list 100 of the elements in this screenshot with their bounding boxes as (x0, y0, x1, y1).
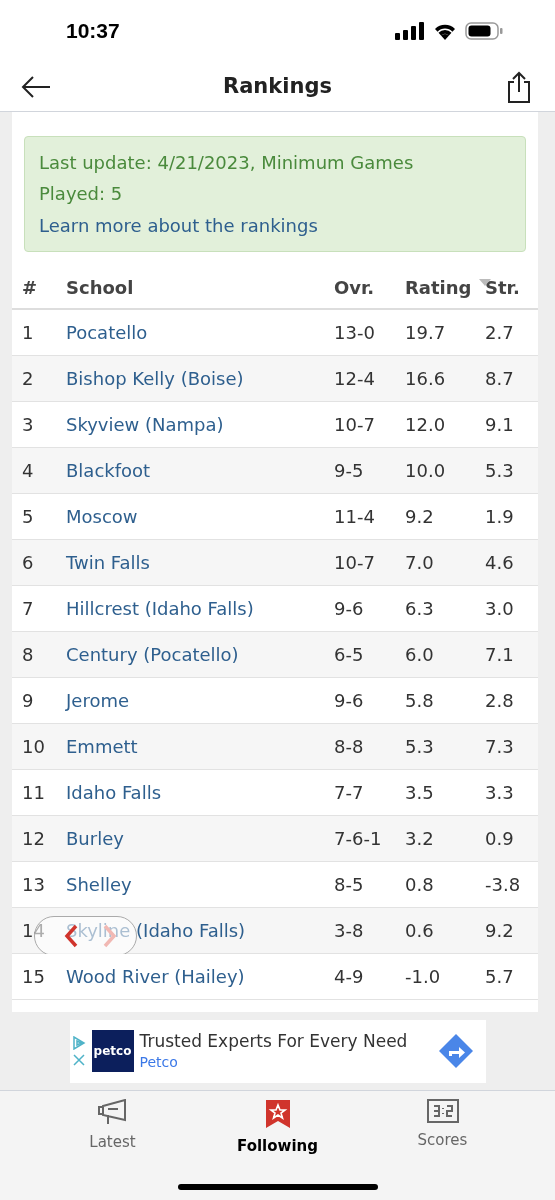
status-time: 10:37 (66, 18, 120, 45)
rating-cell-text: 5.8 (405, 689, 435, 713)
advertiser-logo: petco (91, 1030, 134, 1072)
strength-cell-text: -3.8 (485, 873, 522, 897)
strength-header[interactable]: Str. (485, 273, 536, 301)
back-arrow-icon (21, 75, 51, 98)
wifi-icon (433, 22, 457, 40)
record-cell-text: 11-4 (334, 505, 376, 529)
rank-cell: 2 (22, 368, 34, 389)
rating-cell-text: 6.3 (405, 597, 435, 621)
record-cell-text: 8-8 (334, 735, 365, 759)
school-link[interactable]: Idaho Falls (66, 779, 334, 806)
tab-button[interactable]: Latest (52, 1099, 173, 1158)
rating-cell-text: -1.0 (405, 965, 442, 989)
rank-cell: 11 (22, 782, 45, 803)
strength-cell-text: 9.1 (485, 413, 515, 437)
rating-header[interactable]: Rating (405, 273, 485, 301)
record-cell-text: 10-7 (334, 413, 376, 437)
tab-button[interactable]: Following (217, 1099, 338, 1158)
strength-cell-text: 4.6 (485, 551, 515, 575)
record-cell-text: 12-4 (334, 367, 376, 391)
rating-cell-text: 9.2 (405, 505, 435, 529)
rank-cell: 7 (22, 598, 34, 619)
strength-cell-text: 3.3 (485, 781, 515, 805)
strength-cell-text: 8.7 (485, 367, 515, 391)
directions-icon[interactable] (437, 1033, 474, 1069)
learn-more-link[interactable]: Learn more about the rankings (39, 211, 511, 241)
strength-cell-text: 1.9 (485, 505, 515, 529)
ad-banner[interactable]: petco Trusted Experts For Every Need Petco (69, 1019, 486, 1083)
rank-cell: 13 (22, 874, 45, 895)
ad-advertiser: Petco (139, 1053, 179, 1072)
rating-cell-text: 3.5 (405, 781, 435, 805)
rating-cell-text: 0.8 (405, 873, 435, 897)
bookmark-star-icon (264, 1099, 291, 1129)
rank-cell: 10 (22, 736, 45, 757)
school-link[interactable]: Hillcrest (Idaho Falls) (66, 595, 334, 622)
record-cell-text: 10-7 (334, 551, 376, 575)
record-cell-text: 8-5 (334, 873, 365, 897)
strength-cell-text: 9.2 (485, 919, 515, 943)
rating-cell-text: 12.0 (405, 413, 447, 437)
strength-cell-text: 2.8 (485, 689, 515, 713)
record-cell-text: 3-8 (334, 919, 365, 943)
rating-cell-text: 6.0 (405, 643, 435, 667)
rank-cell: 8 (22, 644, 34, 665)
rating-cell-text: 19.7 (405, 321, 447, 345)
rating-cell-text: 7.0 (405, 551, 435, 575)
notice-text: Last update: 4/21/2023, Minimum Games Played: 5 (39, 151, 415, 206)
tab-button[interactable]: Scores (382, 1099, 503, 1158)
rating-cell-text: 0.6 (405, 919, 435, 943)
school-link[interactable]: Burley (66, 825, 334, 852)
page-title: Rankings (223, 72, 332, 100)
record-cell-text: 6-5 (334, 643, 365, 667)
rank-cell: 6 (22, 552, 34, 573)
school-link[interactable]: Shelley (66, 871, 334, 898)
school-link[interactable]: Skyview (Nampa) (66, 411, 334, 438)
school-link[interactable]: Moscow (66, 503, 334, 530)
strength-cell-text: 7.3 (485, 735, 515, 759)
battery-icon (465, 22, 503, 40)
rank-cell: 5 (22, 506, 34, 527)
megaphone-icon (97, 1099, 128, 1125)
record-cell-text: 7-6-1 (334, 827, 383, 851)
school-link[interactable]: Emmett (66, 733, 334, 760)
scoreboard-icon (426, 1099, 459, 1123)
rating-cell-text: 5.3 (405, 735, 435, 759)
strength-cell-text: 5.7 (485, 965, 515, 989)
close-icon[interactable] (72, 1054, 85, 1066)
record-cell-text: 9-6 (334, 689, 365, 713)
record-cell-text: 4-9 (334, 965, 365, 989)
school-header[interactable]: School (66, 273, 334, 301)
ad-choices-icon[interactable] (71, 1036, 86, 1050)
overall-header[interactable]: Ovr. (334, 273, 405, 301)
rating-cell-text: 16.6 (405, 367, 447, 391)
school-link[interactable]: Blackfoot (66, 457, 334, 484)
rank-cell: 4 (22, 460, 34, 481)
record-cell-text: 7-7 (334, 781, 365, 805)
record-cell-text: 9-5 (334, 459, 365, 483)
school-link[interactable]: Century (Pocatello) (66, 641, 334, 668)
rank-cell: 14 (22, 920, 45, 941)
strength-cell-text: 0.9 (485, 827, 515, 851)
rating-cell-text: 3.2 (405, 827, 435, 851)
rating-cell-text: 10.0 (405, 459, 447, 483)
record-cell-text: 9-6 (334, 597, 365, 621)
ad-headline: Trusted Experts For Every Need (139, 1030, 409, 1052)
school-link[interactable]: Jerome (66, 687, 334, 714)
record-cell-text: 13-0 (334, 321, 376, 345)
strength-cell-text: 7.1 (485, 643, 515, 667)
strength-cell-text: 5.3 (485, 459, 515, 483)
signal-icon (395, 22, 425, 40)
school-link[interactable]: Twin Falls (66, 549, 334, 576)
strength-cell-text: 3.0 (485, 597, 515, 621)
rank-cell: 12 (22, 828, 45, 849)
rank-header[interactable]: # (22, 273, 66, 301)
rank-cell: 3 (22, 414, 34, 435)
school-link[interactable]: Pocatello (66, 319, 334, 346)
school-link[interactable]: Bishop Kelly (Boise) (66, 365, 334, 392)
strength-cell-text: 2.7 (485, 321, 515, 345)
rank-cell: 9 (22, 690, 34, 711)
rank-cell: 15 (22, 966, 45, 987)
rank-cell: 1 (22, 322, 34, 343)
school-link[interactable]: Wood River (Hailey) (66, 963, 334, 990)
